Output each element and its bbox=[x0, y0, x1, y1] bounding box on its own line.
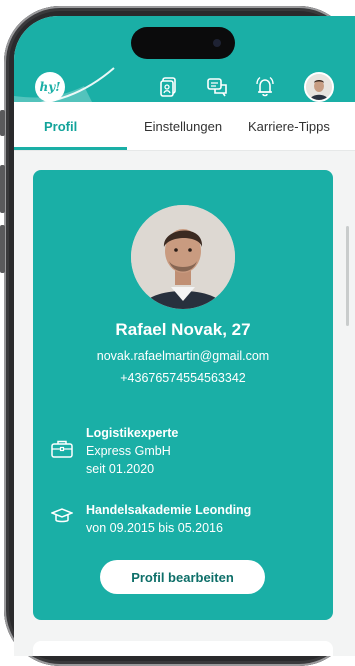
documents-icon[interactable] bbox=[158, 76, 180, 98]
bell-icon[interactable] bbox=[254, 76, 276, 98]
side-button bbox=[0, 165, 5, 213]
app-logo[interactable]: hy! bbox=[35, 72, 65, 102]
education-info: Handelsakademie Leonding von 09.2015 bis… bbox=[86, 501, 251, 537]
tab-karriere-tipps[interactable]: Karriere-Tipps bbox=[248, 102, 330, 150]
job-info: Logistikexperte Express GmbH seit 01.202… bbox=[86, 424, 178, 478]
profile-card: Rafael Novak, 27 novak.rafaelmartin@gmai… bbox=[33, 170, 333, 620]
tab-einstellungen[interactable]: Einstellungen bbox=[144, 102, 222, 150]
scrollbar[interactable] bbox=[346, 226, 349, 326]
chat-icon[interactable] bbox=[206, 76, 228, 98]
app-header: hy! bbox=[14, 16, 355, 106]
education-school: Handelsakademie Leonding bbox=[86, 503, 252, 517]
tab-profil[interactable]: Profil bbox=[44, 102, 77, 150]
dynamic-island bbox=[131, 27, 235, 59]
education-period: von 09.2015 bis 05.2016 bbox=[86, 521, 223, 535]
active-tab-indicator bbox=[14, 147, 127, 150]
briefcase-icon bbox=[51, 440, 73, 458]
profile-email: novak.rafaelmartin@gmail.com bbox=[96, 349, 270, 363]
user-avatar[interactable] bbox=[304, 72, 334, 102]
edit-profile-button[interactable]: Profil bearbeiten bbox=[100, 560, 265, 594]
side-button bbox=[0, 110, 5, 136]
side-button bbox=[0, 225, 5, 273]
next-card bbox=[33, 641, 333, 656]
tab-bar: Profil Einstellungen Karriere-Tipps bbox=[14, 102, 355, 151]
app-screen: hy! Profil Einstellungen Karriere-Tipps … bbox=[14, 16, 355, 656]
job-since: seit 01.2020 bbox=[86, 462, 155, 476]
profile-phone: +43676574554563342 bbox=[120, 371, 246, 385]
header-wave-decoration bbox=[14, 67, 115, 106]
job-company: Express GmbH bbox=[86, 444, 171, 458]
profile-photo bbox=[131, 205, 235, 309]
graduation-cap-icon bbox=[49, 507, 75, 525]
job-title: Logistikexperte bbox=[86, 426, 179, 440]
profile-name: Rafael Novak, 27 bbox=[115, 320, 251, 339]
